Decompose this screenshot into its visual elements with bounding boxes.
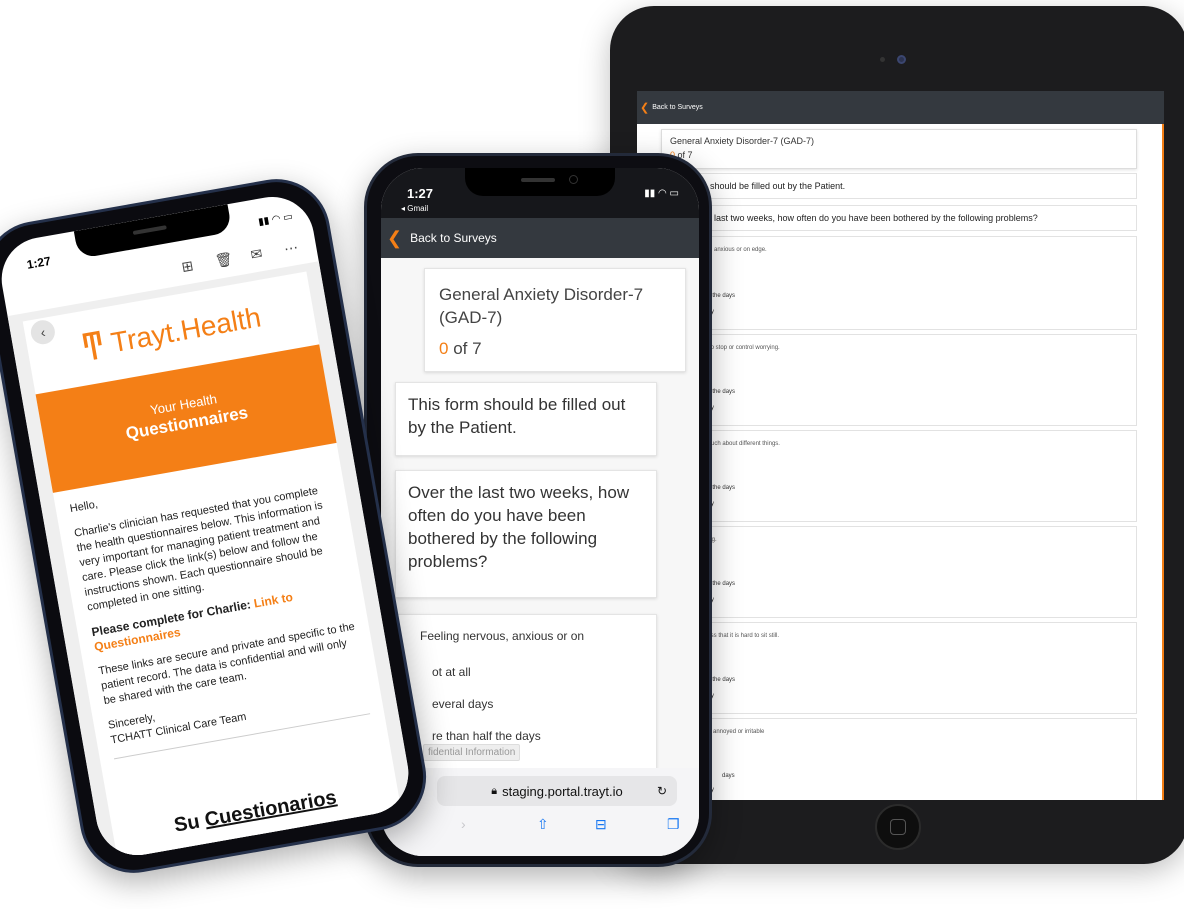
signal-wifi-battery-icon: ▮▮ ◠ ▭ [644, 188, 679, 199]
email-body-area: ͳ Trayt.Health Your Health Questionnaire… [7, 261, 415, 862]
archive-icon[interactable]: ⊞ [180, 257, 195, 276]
chevron-left-icon[interactable]: ❮ [387, 228, 402, 249]
tablet-info-row: m should be filled out by the Patient. [637, 173, 1137, 199]
tablet-survey-title: General Anxiety Disorder-7 (GAD-7) [670, 136, 815, 146]
bookmarks-icon[interactable]: ⊟ [595, 816, 607, 833]
back-to-gmail-link[interactable]: ◂ Gmail [401, 204, 428, 213]
survey-nav-bar[interactable]: ❮ Back to Surveys [381, 218, 699, 258]
signal-wifi-battery-icon: ▮▮ ◠ ▭ [257, 211, 294, 229]
survey-content: General Anxiety Disorder-7 (GAD-7) 0 of … [381, 258, 699, 768]
tablet-info-text: m should be filled out by the Patient. [700, 181, 846, 191]
address-bar[interactable]: 🔒︎ staging.portal.trayt.io ↻ [437, 776, 677, 806]
reload-icon[interactable]: ↻ [657, 784, 667, 798]
back-to-surveys-link[interactable]: Back to Surveys [410, 231, 497, 245]
tablet-question-item[interactable]: elaxing. ays n half the days eryday [637, 526, 1137, 618]
tablet-screen: ❮ Back to Surveys General Anxiety Disord… [637, 91, 1164, 800]
tablet-question-item[interactable]: restless that it is hard to sit still. a… [637, 622, 1137, 714]
lock-icon: 🔒︎ [491, 784, 498, 797]
forward-icon[interactable]: › [461, 816, 466, 832]
tablet-progress: 0 of 7 [670, 150, 693, 160]
tabs-icon[interactable]: ❐ [667, 816, 680, 833]
answer-option[interactable]: everal days [432, 697, 493, 711]
tablet-accent-line [1162, 124, 1164, 800]
survey-title: General Anxiety Disorder-7 (GAD-7) [439, 285, 644, 327]
survey-question-card: Over the last two weeks, how often do yo… [395, 470, 657, 598]
survey-item-label: Feeling nervous, anxious or on [420, 629, 585, 643]
tablet-question-item[interactable]: able to stop or control worrying. ays n … [637, 334, 1137, 426]
confidential-badge: fidential Information [423, 744, 521, 761]
chevron-left-icon[interactable]: ❮ [640, 101, 649, 114]
trayt-logo-icon: ͳ [77, 322, 110, 371]
share-icon[interactable]: ⇧ [537, 816, 549, 833]
tablet-question-item[interactable]: too much about different things. ays n h… [637, 430, 1137, 522]
spanish-heading: Su Cuestionarios [172, 786, 339, 837]
email-content: ͳ Trayt.Health Your Health Questionnaire… [22, 271, 404, 862]
trash-icon[interactable]: 🗑︎ [214, 250, 234, 270]
phone-browser-screen: 1:27 ◂ Gmail ▮▮ ◠ ▭ ❮ Back to Surveys Ge… [381, 168, 699, 856]
survey-title-card: General Anxiety Disorder-7 (GAD-7) 0 of … [424, 268, 686, 372]
tablet-home-button[interactable] [875, 804, 921, 850]
tablet-camera [897, 55, 906, 64]
tablet-nav-bar[interactable]: ❮ Back to Surveys [637, 91, 1164, 124]
tablet-option[interactable]: days [722, 773, 735, 779]
answer-option[interactable]: re than half the days [432, 729, 541, 743]
survey-progress: 0 of 7 [439, 339, 482, 358]
tablet-question-item[interactable]: easily annoyed or irritable ays days ery… [637, 718, 1137, 800]
phone-email-screen: 1:27 ▮▮ ◠ ▭ ⊞ 🗑︎ ✉ ⋯ ‹ ͳ Trayt.Health Yo… [0, 190, 415, 862]
more-icon[interactable]: ⋯ [283, 239, 300, 258]
browser-toolbar: › ⇧ ⊟ ❐ [381, 816, 699, 840]
phone-notch [465, 168, 615, 196]
answer-option[interactable]: ot at all [432, 665, 471, 679]
tablet-question-text: last two weeks, how often do you have be… [714, 213, 1038, 223]
tablet-back-to-surveys[interactable]: Back to Surveys [652, 104, 703, 111]
status-time: 1:27 [407, 186, 434, 201]
browser-bottom-bar: 🔒︎ staging.portal.trayt.io ↻ › ⇧ ⊟ ❐ [381, 768, 699, 856]
tablet-question-row: last two weeks, how often do you have be… [637, 205, 1137, 231]
survey-info-card: This form should be filled out by the Pa… [395, 382, 657, 456]
status-time: 1:27 [25, 253, 52, 272]
tablet-survey-title-card: General Anxiety Disorder-7 (GAD-7) 0 of … [661, 129, 1137, 169]
tablet-question-item[interactable]: rvous, anxious or on edge. ays n half th… [637, 236, 1137, 330]
status-bar: 1:27 ◂ Gmail ▮▮ ◠ ▭ [381, 168, 699, 218]
url-text: staging.portal.trayt.io [502, 783, 623, 799]
mail-icon[interactable]: ✉ [249, 245, 264, 264]
tablet-sensor [880, 57, 885, 62]
brand-name: Trayt.Health [108, 301, 264, 359]
email-text: Hello, Charlie's clinician has requested… [69, 457, 372, 768]
